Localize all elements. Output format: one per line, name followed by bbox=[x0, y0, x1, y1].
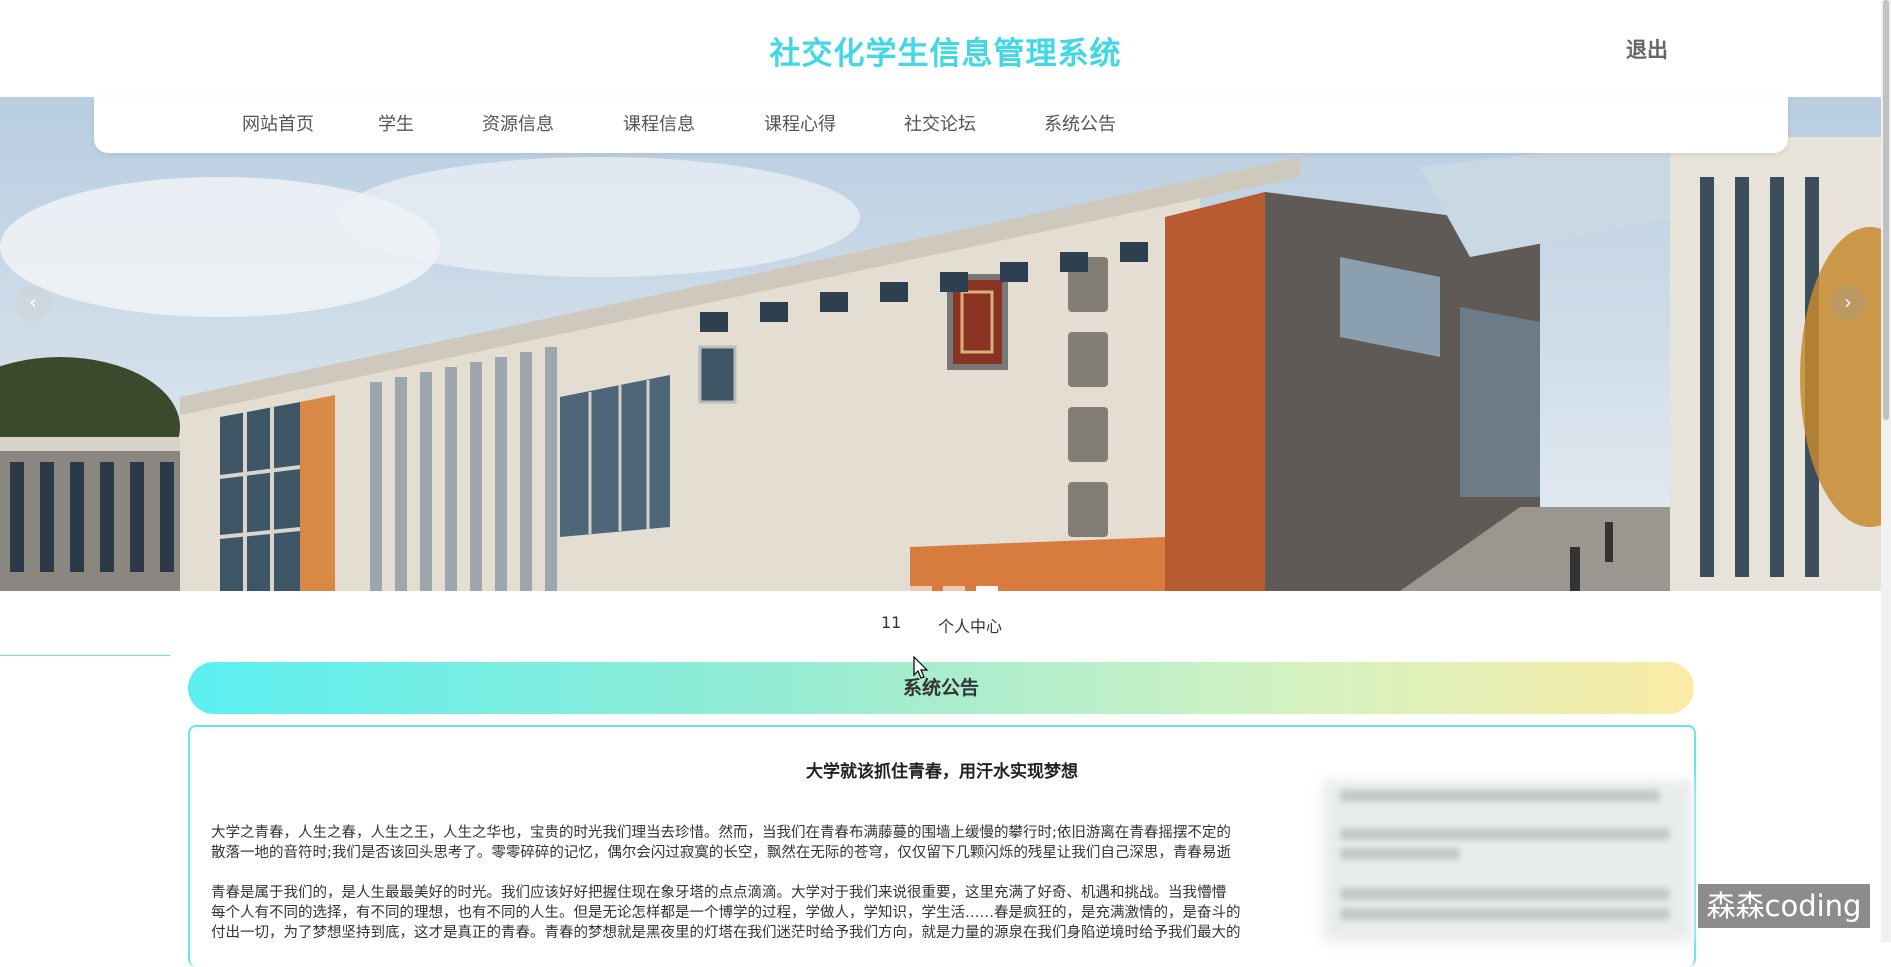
blurred-line bbox=[1340, 848, 1460, 860]
logout-button[interactable]: 退出 bbox=[1626, 34, 1668, 64]
carousel-dot[interactable] bbox=[910, 586, 932, 591]
mouse-cursor-icon bbox=[913, 656, 929, 679]
nav-item-resources[interactable]: 资源信息 bbox=[482, 110, 554, 136]
chevron-left-icon: ‹ bbox=[29, 290, 37, 314]
carousel-dot-active[interactable] bbox=[976, 586, 999, 591]
notice-paragraph-line: 青春是属于我们的，是人生最最美好的时光。我们应该好好把握住现在象牙塔的点点滴滴。… bbox=[211, 885, 1226, 901]
banner-carousel: ‹ › bbox=[0, 97, 1891, 591]
notice-paragraph-line: 散落一地的音符时;我们是否该回头思考了。零零碎碎的记忆，偶尔会闪过寂寞的长空，飘… bbox=[211, 845, 1231, 861]
blurred-line bbox=[1340, 790, 1660, 802]
nav-item-forum[interactable]: 社交论坛 bbox=[904, 110, 976, 136]
notice-paragraph-line: 付出一切，为了梦想坚持到底，这才是真正的青春。青春的梦想就是黑夜里的灯塔在我们迷… bbox=[211, 925, 1241, 941]
carousel-indicators bbox=[910, 576, 1004, 595]
nav-item-courses[interactable]: 课程信息 bbox=[623, 110, 695, 136]
blurred-line bbox=[1340, 908, 1670, 920]
blurred-line bbox=[1340, 888, 1670, 900]
site-title: 社交化学生信息管理系统 bbox=[769, 36, 1122, 72]
username-label: 11 bbox=[881, 613, 902, 632]
notice-paragraph-line: 每个人有不同的选择，有不同的理想，也有不同的人生。但是无论怎样都是一个博学的过程… bbox=[211, 905, 1241, 921]
nav-item-students[interactable]: 学生 bbox=[378, 110, 414, 136]
chevron-right-icon: › bbox=[1844, 290, 1852, 314]
nav-item-home[interactable]: 网站首页 bbox=[242, 110, 314, 136]
notice-title[interactable]: 大学就该抓住青春，用汗水实现梦想 bbox=[190, 757, 1694, 782]
nav-item-course-notes[interactable]: 课程心得 bbox=[764, 110, 836, 136]
carousel-dot[interactable] bbox=[943, 586, 966, 591]
banner-prev-button[interactable]: ‹ bbox=[15, 285, 51, 321]
main-nav: 网站首页 学生 资源信息 课程信息 课程心得 社交论坛 系统公告 bbox=[94, 97, 1788, 153]
blurred-line bbox=[1340, 828, 1670, 840]
section-header: 系统公告 bbox=[188, 662, 1694, 714]
section-title: 系统公告 bbox=[902, 677, 979, 699]
scrollbar-thumb[interactable] bbox=[1883, 0, 1889, 420]
banner-image bbox=[0, 97, 1891, 591]
watermark: 森森coding bbox=[1698, 884, 1870, 928]
user-center-link[interactable]: 个人中心 bbox=[938, 613, 1002, 637]
divider bbox=[0, 655, 170, 656]
nav-item-announcements[interactable]: 系统公告 bbox=[1044, 110, 1116, 136]
notice-paragraph-line: 大学之青春，人生之春，人生之王，人生之华也，宝贵的时光我们理当去珍惜。然而，当我… bbox=[211, 825, 1231, 841]
banner-next-button[interactable]: › bbox=[1830, 285, 1866, 321]
